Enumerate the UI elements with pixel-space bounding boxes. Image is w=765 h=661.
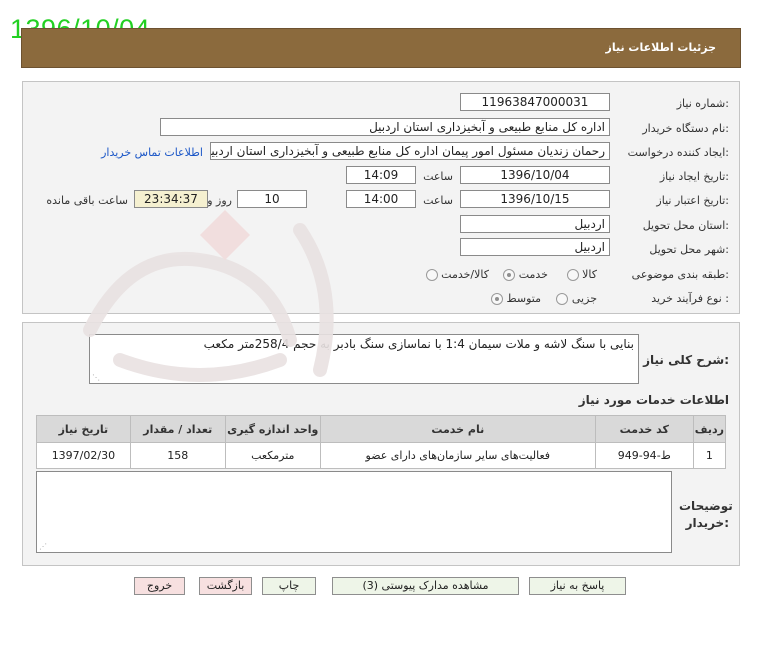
- page-title-bar: جزئیات اطلاعات نیاز: [21, 28, 741, 68]
- description-text: بنایی با سنگ لاشه و ملات سیمان 1:4 با نم…: [203, 337, 634, 351]
- buyer-notes-field: ⋰: [36, 471, 672, 553]
- radio-selected-icon: [490, 293, 503, 305]
- creation-date-label: تاریخ ایجاد نیاز:: [659, 170, 729, 183]
- purchase-option-minor[interactable]: جزیی: [556, 292, 597, 305]
- creation-time-field: 14:09: [346, 166, 416, 184]
- description-label: شرح کلی نیاز:: [643, 353, 729, 367]
- remaining-time-field: 23:34:37: [134, 190, 208, 208]
- need-number-label: شماره نیاز:: [676, 97, 729, 110]
- cell-service-code: ط-94-949: [594, 442, 694, 469]
- resize-grip-icon: ⋰: [39, 542, 47, 551]
- validity-date-field: 1396/10/15: [460, 190, 610, 208]
- category-option-service[interactable]: خدمت: [503, 268, 548, 281]
- city-field: اردبیل: [460, 238, 610, 256]
- services-header-row: ردیف کد خدمت نام خدمت واحد اندازه گیری ت…: [36, 415, 727, 443]
- col-quantity: تعداد / مقدار: [129, 415, 226, 443]
- category-option-goods[interactable]: کالا: [566, 268, 597, 281]
- radio-icon: [566, 269, 579, 281]
- purchase-type-label: نوع فرآیند خرید :: [651, 292, 729, 305]
- print-button[interactable]: چاپ: [262, 577, 316, 595]
- col-row-number: ردیف: [692, 415, 727, 443]
- need-number-field: 11963847000031: [460, 93, 610, 111]
- radio-selected-icon: [503, 269, 516, 281]
- cell-quantity: 158: [129, 442, 226, 469]
- cell-need-date: 1397/02/30: [36, 442, 131, 469]
- radio-icon: [425, 269, 438, 281]
- radio-icon: [556, 293, 569, 305]
- exit-button[interactable]: خروج: [134, 577, 185, 595]
- col-need-date: تاریخ نیاز: [36, 415, 131, 443]
- cell-row-number: 1: [692, 442, 727, 469]
- view-attachments-button[interactable]: مشاهده مدارک پیوستی (3): [332, 577, 519, 595]
- reply-button[interactable]: پاسخ به نیاز: [529, 577, 626, 595]
- table-row: 1 ط-94-949 فعالیت‌های سایر سازمان‌های دا…: [36, 442, 727, 469]
- col-unit: واحد اندازه گیری: [224, 415, 321, 443]
- cell-service-name: فعالیت‌های سایر سازمان‌های دارای عضو: [319, 442, 596, 469]
- purchase-option-medium[interactable]: متوسط: [490, 292, 541, 305]
- validity-time-label: ساعت: [423, 194, 453, 207]
- buyer-notes-label: توضیحات خریدار:: [679, 499, 733, 530]
- category-option-goods-service[interactable]: کالا/خدمت: [425, 268, 489, 281]
- description-field: بنایی با سنگ لاشه و ملات سیمان 1:4 با نم…: [89, 334, 639, 384]
- services-section-title: اطلاعات خدمات مورد نیاز: [578, 393, 729, 407]
- requester-label: ایجاد کننده درخواست:: [627, 146, 729, 159]
- col-service-code: کد خدمت: [594, 415, 694, 443]
- category-label: طبقه بندی موضوعی:: [631, 268, 729, 281]
- city-label: شهر محل تحویل:: [649, 243, 729, 256]
- days-label: روز و: [207, 194, 232, 207]
- cell-unit: مترمکعب: [224, 442, 321, 469]
- creation-date-field: 1396/10/04: [460, 166, 610, 184]
- province-label: استان محل تحویل:: [642, 219, 729, 232]
- page-title: جزئیات اطلاعات نیاز: [605, 41, 717, 54]
- buyer-org-field: اداره کل منابع طبیعی و آبخیزداری استان ا…: [160, 118, 610, 136]
- back-button[interactable]: بازگشت: [199, 577, 252, 595]
- need-details-panel: شرح کلی نیاز: بنایی با سنگ لاشه و ملات س…: [22, 322, 740, 566]
- services-table: ردیف کد خدمت نام خدمت واحد اندازه گیری ت…: [36, 415, 727, 469]
- remaining-time-label: ساعت باقی مانده: [46, 194, 128, 207]
- buyer-contact-link[interactable]: اطلاعات تماس خریدار: [101, 146, 203, 159]
- requester-field: رحمان زندیان مسئول امور پیمان اداره کل م…: [210, 142, 610, 160]
- validity-date-label: تاریخ اعتبار نیاز:: [656, 194, 729, 207]
- validity-time-field: 14:00: [346, 190, 416, 208]
- province-field: اردبیل: [460, 215, 610, 233]
- creation-time-label: ساعت: [423, 170, 453, 183]
- days-remaining-field: 10: [237, 190, 307, 208]
- buyer-org-label: نام دستگاه خریدار:: [642, 122, 729, 135]
- need-info-panel: شماره نیاز: 11963847000031 نام دستگاه خر…: [22, 81, 740, 314]
- resize-grip-icon: ⋰: [92, 373, 100, 382]
- col-service-name: نام خدمت: [319, 415, 596, 443]
